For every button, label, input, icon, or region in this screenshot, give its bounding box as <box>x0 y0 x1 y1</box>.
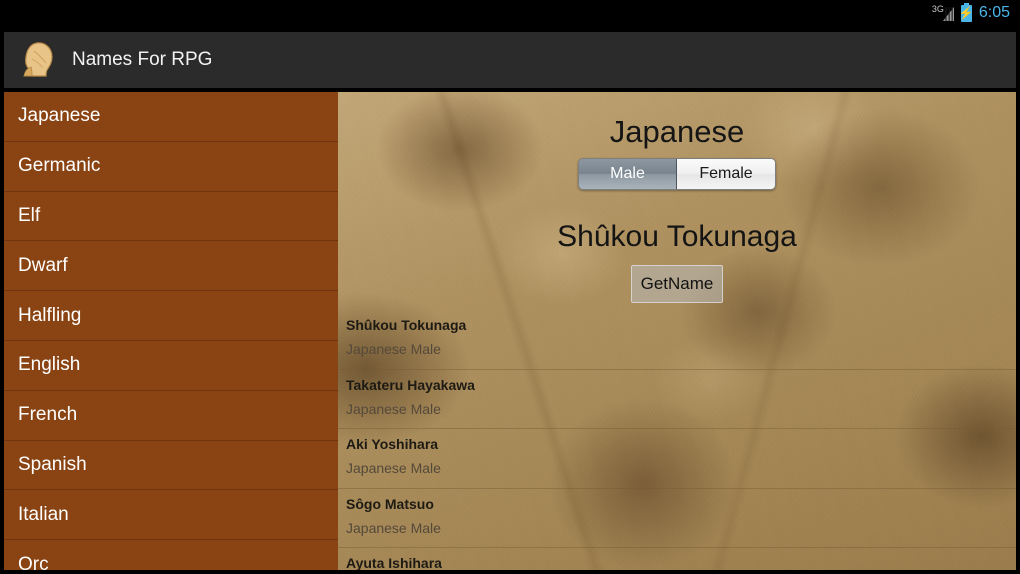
tab-female-label: Female <box>699 165 753 182</box>
sidebar-item-label: Orc <box>18 553 49 570</box>
list-item[interactable]: Aki Yoshihara Japanese Male <box>338 429 1016 489</box>
sidebar-item-french[interactable]: French <box>4 391 338 441</box>
signal-bars-icon: 3G <box>932 4 954 22</box>
list-item-subtitle: Japanese Male <box>346 460 441 476</box>
sidebar-item-label: Dwarf <box>18 254 68 276</box>
tab-female[interactable]: Female <box>677 159 775 189</box>
list-item-subtitle: Japanese Male <box>346 341 441 357</box>
get-name-button-label: GetName <box>640 274 714 293</box>
sidebar-item-germanic[interactable]: Germanic <box>4 142 338 192</box>
sidebar-item-label: Japanese <box>18 105 101 127</box>
list-item[interactable]: Takateru Hayakawa Japanese Male <box>338 370 1016 429</box>
sidebar-item-japanese[interactable]: Japanese <box>4 92 338 142</box>
list-item-name: Shûkou Tokunaga <box>346 317 467 333</box>
list-item-name: Sôgo Matsuo <box>346 495 434 512</box>
sidebar-item-label: Spanish <box>18 453 87 475</box>
list-item-name: Ayuta Ishihara <box>346 555 442 570</box>
list-item-subtitle: Japanese Male <box>346 519 441 536</box>
sidebar-item-english[interactable]: English <box>4 341 338 391</box>
panel-content: Japanese Male Female Shûkou Tokunaga Get… <box>338 92 1016 570</box>
gender-toggle[interactable]: Male Female <box>578 158 776 190</box>
sidebar-item-elf[interactable]: Elf <box>4 192 338 242</box>
tab-male-label: Male <box>610 165 645 182</box>
sidebar-item-label: Halfling <box>18 304 82 326</box>
sidebar-item-label: French <box>18 404 78 426</box>
list-item[interactable]: Shûkou Tokunaga Japanese Male <box>338 310 1016 370</box>
status-bar-icons: 3G ⚡ 6:05 <box>932 2 1010 22</box>
battery-charging-icon: ⚡ <box>958 2 974 22</box>
list-item-name: Aki Yoshihara <box>346 436 439 452</box>
status-bar-clock: 6:05 <box>978 4 1010 21</box>
sidebar-item-halfling[interactable]: Halfling <box>4 291 338 341</box>
app-title-label: Names For RPG <box>72 49 213 70</box>
generated-name-display: Shûkou Tokunaga <box>557 220 797 253</box>
device-frame: 3G ⚡ 6:05 Names For RPG Japanese Germani… <box>0 0 1020 574</box>
list-item[interactable]: Sôgo Matsuo Japanese Male <box>338 489 1016 548</box>
sidebar-item-label: Germanic <box>18 155 101 177</box>
get-name-button[interactable]: GetName <box>631 265 723 303</box>
head-profile-icon[interactable] <box>22 41 56 79</box>
sidebar-item-label: English <box>18 354 81 376</box>
sidebar-item-dwarf[interactable]: Dwarf <box>4 241 338 292</box>
category-sidebar[interactable]: Japanese Germanic Elf Dwarf Halfling Eng… <box>4 92 338 570</box>
content-area: Japanese Germanic Elf Dwarf Halfling Eng… <box>4 92 1016 570</box>
list-item-subtitle: Japanese Male <box>346 400 441 417</box>
sidebar-item-orc[interactable]: Orc <box>4 540 338 570</box>
page-title: Japanese <box>609 114 745 149</box>
sidebar-item-label: Italian <box>18 503 69 525</box>
name-generator-panel: Japanese Male Female Shûkou Tokunaga Get… <box>338 92 1016 570</box>
generated-name-list[interactable]: Shûkou Tokunaga Japanese Male Takateru H… <box>338 310 1016 570</box>
list-item[interactable]: Ayuta Ishihara Japanese Male <box>338 548 1016 570</box>
sidebar-item-spanish[interactable]: Spanish <box>4 441 338 491</box>
tab-male[interactable]: Male <box>579 159 677 189</box>
app-title-bar: Names For RPG <box>4 32 1016 88</box>
charging-bolt-icon: ⚡ <box>958 6 974 20</box>
status-bar: 3G ⚡ 6:05 <box>0 0 1020 26</box>
sidebar-item-italian[interactable]: Italian <box>4 490 338 541</box>
sidebar-item-label: Elf <box>18 204 41 226</box>
list-item-name: Takateru Hayakawa <box>346 376 475 393</box>
